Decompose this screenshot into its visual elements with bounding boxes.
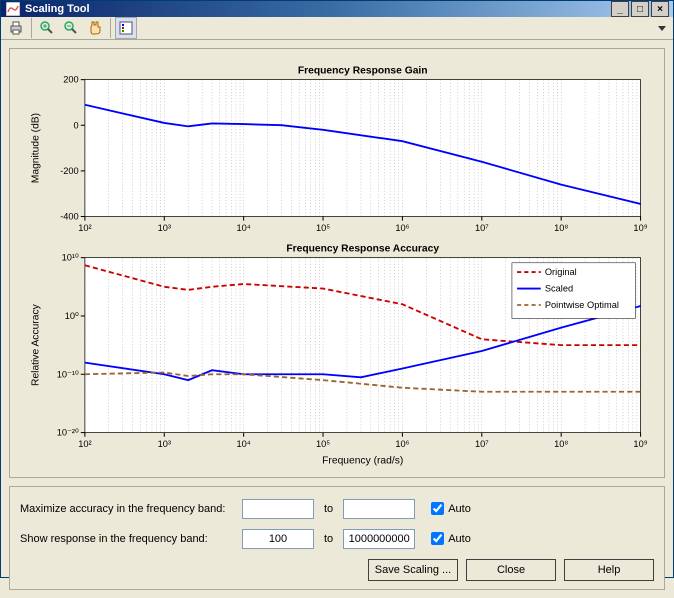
zoom-out-button[interactable] bbox=[60, 17, 82, 39]
app-icon bbox=[5, 1, 21, 17]
content-area: Frequency Response Gain Magnitude (dB) 10²… bbox=[1, 40, 673, 598]
svg-text:10³: 10³ bbox=[158, 439, 171, 449]
print-button[interactable] bbox=[5, 17, 27, 39]
close-button[interactable]: Close bbox=[466, 559, 556, 581]
minimize-button[interactable]: _ bbox=[611, 1, 629, 17]
toolbar-separator bbox=[110, 18, 111, 38]
maximize-button[interactable]: □ bbox=[631, 1, 649, 17]
svg-text:10⁵: 10⁵ bbox=[316, 223, 330, 233]
to-label: to bbox=[324, 533, 333, 545]
svg-text:Relative Accuracy: Relative Accuracy bbox=[31, 303, 42, 386]
maximize-to-input[interactable] bbox=[343, 499, 415, 519]
svg-text:-400: -400 bbox=[60, 212, 79, 222]
svg-text:10¹⁰: 10¹⁰ bbox=[62, 253, 79, 263]
toolbar-separator bbox=[31, 18, 32, 38]
maximize-label: Maximize accuracy in the frequency band: bbox=[20, 503, 236, 515]
svg-text:10²: 10² bbox=[78, 439, 91, 449]
show-auto-label[interactable]: Auto bbox=[448, 533, 471, 545]
svg-text:10⁻¹⁰: 10⁻¹⁰ bbox=[57, 369, 79, 379]
svg-text:10⁴: 10⁴ bbox=[237, 439, 251, 449]
svg-text:Scaled: Scaled bbox=[545, 284, 573, 294]
svg-text:10⁵: 10⁵ bbox=[316, 439, 330, 449]
plot-panel: Frequency Response Gain Magnitude (dB) 10²… bbox=[9, 48, 665, 478]
save-scaling-button[interactable]: Save Scaling ... bbox=[368, 559, 458, 581]
svg-text:10⁷: 10⁷ bbox=[475, 439, 489, 449]
svg-text:10⁰: 10⁰ bbox=[65, 311, 79, 321]
titlebar: Scaling Tool _ □ × bbox=[1, 1, 673, 17]
svg-text:10⁷: 10⁷ bbox=[475, 223, 489, 233]
to-label: to bbox=[324, 503, 333, 515]
svg-text:10⁶: 10⁶ bbox=[395, 223, 409, 233]
dock-menu-icon[interactable] bbox=[655, 17, 669, 39]
close-button[interactable]: × bbox=[651, 1, 669, 17]
show-to-input[interactable] bbox=[343, 529, 415, 549]
maximize-from-input[interactable] bbox=[242, 499, 314, 519]
maximize-row: Maximize accuracy in the frequency band:… bbox=[20, 499, 654, 519]
help-button[interactable]: Help bbox=[564, 559, 654, 581]
zoom-in-button[interactable] bbox=[36, 17, 58, 39]
form-panel: Maximize accuracy in the frequency band:… bbox=[9, 486, 665, 590]
svg-text:10⁴: 10⁴ bbox=[237, 223, 251, 233]
svg-text:10⁸: 10⁸ bbox=[554, 439, 568, 449]
svg-text:10²: 10² bbox=[78, 223, 91, 233]
maximize-auto-checkbox[interactable] bbox=[431, 502, 444, 515]
svg-text:Original: Original bbox=[545, 267, 577, 277]
svg-text:0: 0 bbox=[74, 120, 79, 130]
button-row: Save Scaling ... Close Help bbox=[20, 559, 654, 581]
scaling-tool-window: Scaling Tool _ □ × Frequency R bbox=[0, 0, 674, 578]
show-auto-checkbox[interactable] bbox=[431, 532, 444, 545]
legend-button[interactable] bbox=[115, 17, 137, 39]
svg-text:10⁶: 10⁶ bbox=[395, 439, 409, 449]
maximize-auto-label[interactable]: Auto bbox=[448, 503, 471, 515]
toolbar bbox=[1, 17, 673, 40]
show-label: Show response in the frequency band: bbox=[20, 533, 236, 545]
show-from-input[interactable] bbox=[242, 529, 314, 549]
svg-text:Frequency (rad/s): Frequency (rad/s) bbox=[322, 455, 403, 466]
svg-text:Frequency Response Accuracy: Frequency Response Accuracy bbox=[286, 243, 439, 254]
svg-text:Frequency Response Gain: Frequency Response Gain bbox=[298, 65, 428, 76]
pan-button[interactable] bbox=[84, 17, 106, 39]
svg-text:10⁻²⁰: 10⁻²⁰ bbox=[57, 428, 79, 438]
svg-text:10⁹: 10⁹ bbox=[633, 223, 647, 233]
svg-text:10³: 10³ bbox=[158, 223, 171, 233]
window-title: Scaling Tool bbox=[25, 3, 611, 15]
svg-text:Pointwise Optimal: Pointwise Optimal bbox=[545, 300, 619, 310]
svg-text:10⁸: 10⁸ bbox=[554, 223, 568, 233]
charts-svg: Frequency Response Gain Magnitude (dB) 10²… bbox=[18, 57, 656, 469]
window-controls: _ □ × bbox=[611, 1, 669, 17]
svg-text:10⁹: 10⁹ bbox=[633, 439, 647, 449]
show-row: Show response in the frequency band: to … bbox=[20, 529, 654, 549]
svg-text:-200: -200 bbox=[60, 166, 79, 176]
svg-text:Magnitude (dB): Magnitude (dB) bbox=[31, 113, 42, 183]
svg-text:200: 200 bbox=[63, 75, 78, 85]
